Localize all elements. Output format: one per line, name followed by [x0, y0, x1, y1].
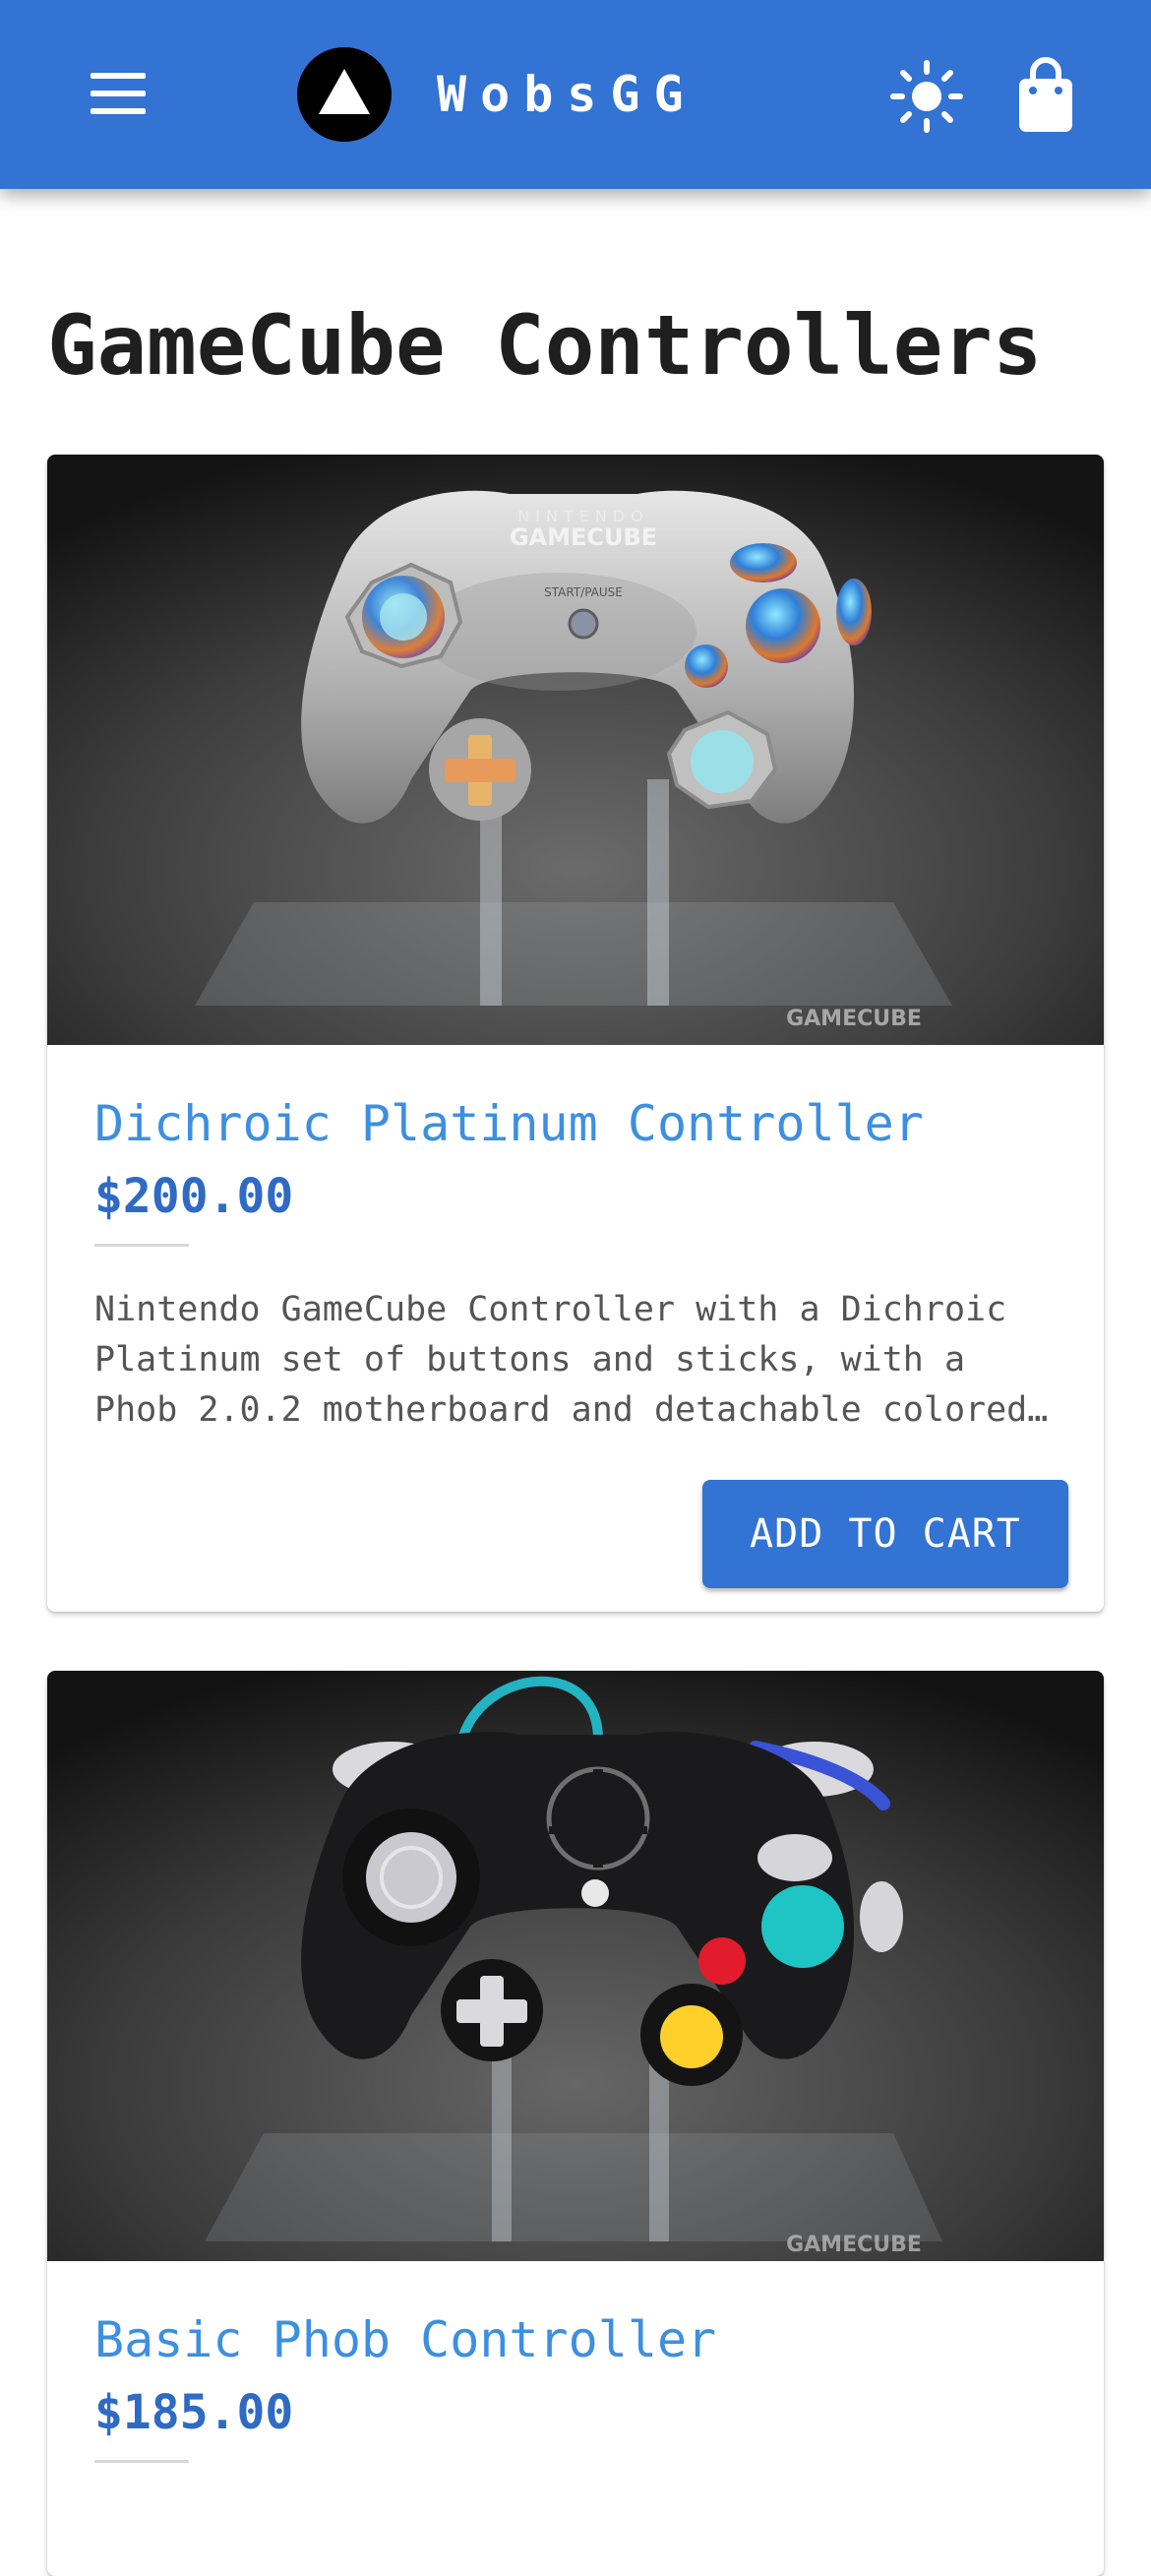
- theme-toggle-button[interactable]: [887, 57, 966, 136]
- brand-name[interactable]: WobsGG: [437, 57, 697, 132]
- menu-icon-bar: [91, 108, 146, 114]
- product-description: Nintendo GameCube Controller with a Dich…: [94, 1290, 1028, 1430]
- sun-icon: [890, 60, 963, 133]
- product-price: $200.00: [94, 1169, 294, 1224]
- product-card: GAMECUBE Basic Phob Controller $185.00: [47, 1671, 1104, 2576]
- platinum-controller-image: NINTENDO GAMECUBE START/PAUSE GAMECUBE: [47, 455, 1104, 1045]
- start-pause-label: START/PAUSE: [544, 585, 623, 599]
- product-title[interactable]: Basic Phob Controller: [94, 2308, 716, 2371]
- triangle-logo-icon: [319, 69, 370, 114]
- image-watermark: GAMECUBE: [786, 2233, 922, 2257]
- shopping-bag-icon: [1019, 57, 1072, 132]
- product-price: $185.00: [94, 2385, 294, 2440]
- phob-controller-image: GAMECUBE: [47, 1671, 1104, 2261]
- price-divider: [94, 2460, 189, 2463]
- price-divider: [94, 1244, 189, 1247]
- cart-button[interactable]: [1009, 57, 1082, 136]
- product-image[interactable]: GAMECUBE: [47, 1671, 1104, 2261]
- page-title: GameCube Controllers: [47, 297, 1043, 394]
- product-title[interactable]: Dichroic Platinum Controller: [94, 1092, 924, 1155]
- product-image[interactable]: NINTENDO GAMECUBE START/PAUSE GAMECUBE: [47, 455, 1104, 1045]
- controller-logo-text-2: GAMECUBE: [510, 523, 657, 551]
- add-to-cart-button[interactable]: ADD TO CART: [702, 1480, 1068, 1588]
- brand-logo[interactable]: [297, 47, 392, 142]
- app-bar: WobsGG: [0, 0, 1151, 189]
- menu-icon: [91, 73, 146, 79]
- menu-button[interactable]: [79, 65, 157, 124]
- image-watermark: GAMECUBE: [786, 1007, 922, 1031]
- menu-icon-bar: [91, 91, 146, 96]
- product-card: NINTENDO GAMECUBE START/PAUSE GAMECUBE D: [47, 455, 1104, 1612]
